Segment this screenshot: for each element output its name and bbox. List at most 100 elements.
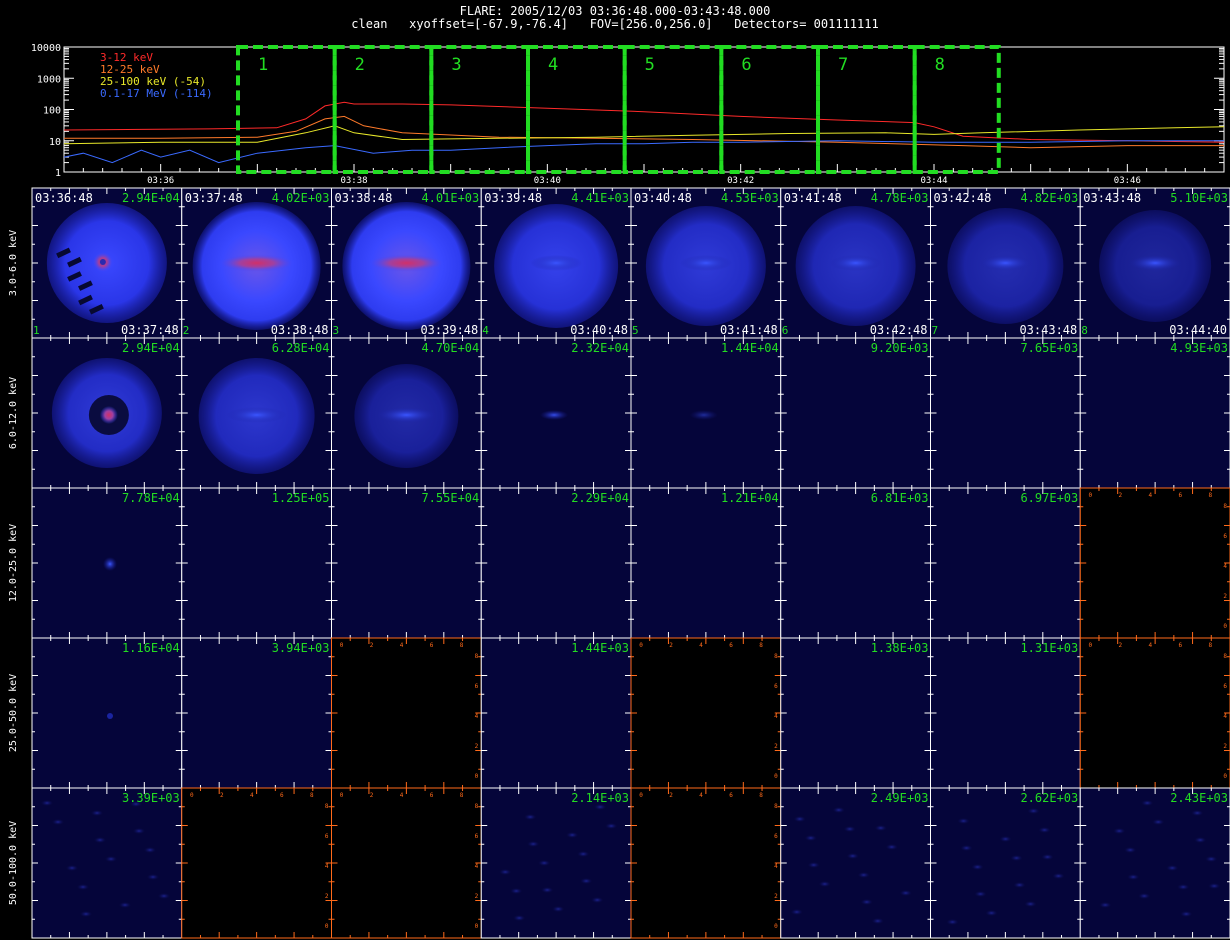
empty-panel-ytick-label: 6 [475, 683, 479, 690]
empty-panel-xtick-label: 2 [669, 792, 673, 799]
image-panel: 2.62E+03 [930, 787, 1081, 939]
noise-blob [80, 911, 92, 917]
noise-blob [843, 826, 856, 832]
image-panel: 1.44E+04 [630, 337, 782, 489]
panel-end-time: 03:40:48 [570, 323, 628, 337]
empty-panel-ytick-label: 4 [774, 713, 778, 720]
noise-blob [960, 845, 973, 851]
row-label-4: 25.0-50.0 keV [8, 674, 19, 752]
empty-panel-xtick-label: 4 [400, 642, 404, 649]
flare-source [979, 255, 1032, 271]
empty-panel-ytick-label: 4 [325, 863, 329, 870]
empty-panel-frame [331, 787, 482, 939]
noise-blob [860, 899, 873, 905]
image-panel: 7.55E+04 [331, 487, 482, 639]
panel-number: 8 [1081, 324, 1088, 337]
empty-panel-ytick-label: 0 [475, 923, 479, 930]
noise-blob [971, 864, 984, 870]
panel-frame [930, 637, 1081, 789]
panel-max-value: 6.81E+03 [871, 491, 929, 505]
panel-number: 6 [782, 324, 789, 337]
noise-blob [793, 816, 806, 822]
empty-panel-ytick-label: 8 [475, 653, 479, 660]
row-label-5: 50.0-100.0 keV [8, 821, 19, 905]
flare-source [530, 255, 583, 271]
noise-blob [538, 860, 551, 866]
empty-panel-xtick-label: 8 [460, 642, 464, 649]
image-panel: 3.94E+03 [181, 637, 332, 789]
image-panel: 4.02E+03 03:37:48 2 03:38:48 [181, 187, 332, 339]
empty-panel-ytick-label: 0 [774, 773, 778, 780]
image-panel: 4.01E+03 03:38:48 3 03:39:48 [331, 187, 482, 339]
panel-max-value: 4.01E+03 [421, 191, 479, 205]
image-panel: 1.25E+05 [181, 487, 332, 639]
panel-end-time: 03:37:48 [121, 323, 179, 337]
interval-label-5: 5 [645, 55, 655, 75]
panel-frame [480, 487, 632, 639]
noise-blob [1208, 883, 1221, 889]
panel-frame [930, 487, 1081, 639]
image-panel: 1.16E+04 [31, 637, 183, 789]
empty-panel-xtick-label: 4 [250, 792, 254, 799]
empty-panel-xtick-label: 8 [1208, 492, 1212, 499]
empty-panel-ytick-label: 6 [1223, 683, 1227, 690]
empty-panel-ytick-label: 0 [325, 923, 329, 930]
interval-label-2: 2 [355, 55, 365, 75]
image-panel: 2.43E+03 [1079, 787, 1230, 939]
image-panel: 1.44E+03 [480, 637, 632, 789]
noise-blob [1013, 882, 1026, 888]
noise-blob [1124, 847, 1137, 853]
empty-panel-xtick-label: 6 [1178, 492, 1182, 499]
noise-blob [874, 825, 887, 831]
noise-blob [957, 818, 970, 824]
panel-start-time: 03:43:48 [1083, 191, 1141, 205]
image-panel: 2.49E+03 [780, 787, 931, 939]
empty-panel-xtick-label: 0 [190, 792, 194, 799]
noise-blob [1010, 855, 1023, 861]
image-panel: 0 0 2 2 4 4 6 6 8 8 [630, 637, 782, 789]
empty-panel-frame [630, 637, 782, 789]
xtick-label: 03:42 [727, 176, 754, 186]
empty-panel-ytick-label: 2 [774, 743, 778, 750]
noise-blob [807, 862, 820, 868]
noise-blob [885, 844, 898, 850]
flare-source [679, 255, 732, 271]
noise-blob [1027, 808, 1040, 814]
xtick-label: 03:46 [1114, 176, 1141, 186]
panel-frame [780, 487, 931, 639]
noise-blob [66, 865, 78, 871]
panel-max-value: 1.31E+03 [1020, 641, 1078, 655]
noise-blob [1166, 865, 1179, 871]
image-panel: 6.97E+03 [930, 487, 1081, 639]
empty-panel-xtick-label: 6 [430, 792, 434, 799]
panel-frame [780, 787, 931, 939]
panel-frame [31, 637, 183, 789]
empty-panel-ytick-label: 2 [1223, 593, 1227, 600]
noise-blob [974, 891, 987, 897]
image-panel: 4.78E+03 03:41:48 6 03:42:48 [780, 187, 931, 339]
flare-source [226, 407, 287, 423]
empty-panel-xtick-label: 0 [340, 792, 344, 799]
empty-panel-frame [331, 637, 482, 789]
interval-label-3: 3 [451, 55, 461, 75]
empty-panel-xtick-label: 0 [1088, 492, 1092, 499]
empty-panel-xtick-label: 2 [1118, 492, 1122, 499]
noise-blob [1038, 827, 1051, 833]
flare-source [368, 254, 445, 272]
image-panel: 7.78E+04 [31, 487, 183, 639]
empty-panel-xtick-label: 8 [460, 792, 464, 799]
ytick-label: 10000 [31, 43, 61, 54]
empty-panel-ytick-label: 8 [1223, 503, 1227, 510]
panel-number: 1 [33, 324, 40, 337]
image-panel: 2.32E+04 [480, 337, 632, 489]
image-panel: 9.20E+03 [780, 337, 931, 489]
empty-panel-ytick-label: 2 [774, 893, 778, 900]
panel-frame [780, 337, 931, 489]
panel-frame [181, 637, 332, 789]
panel-max-value: 2.43E+03 [1170, 791, 1228, 805]
panel-number: 7 [932, 324, 939, 337]
empty-panel-ytick-label: 8 [774, 803, 778, 810]
panel-max-value: 2.62E+03 [1020, 791, 1078, 805]
ytick-label: 1000 [37, 74, 61, 85]
empty-panel-ytick-label: 4 [475, 863, 479, 870]
